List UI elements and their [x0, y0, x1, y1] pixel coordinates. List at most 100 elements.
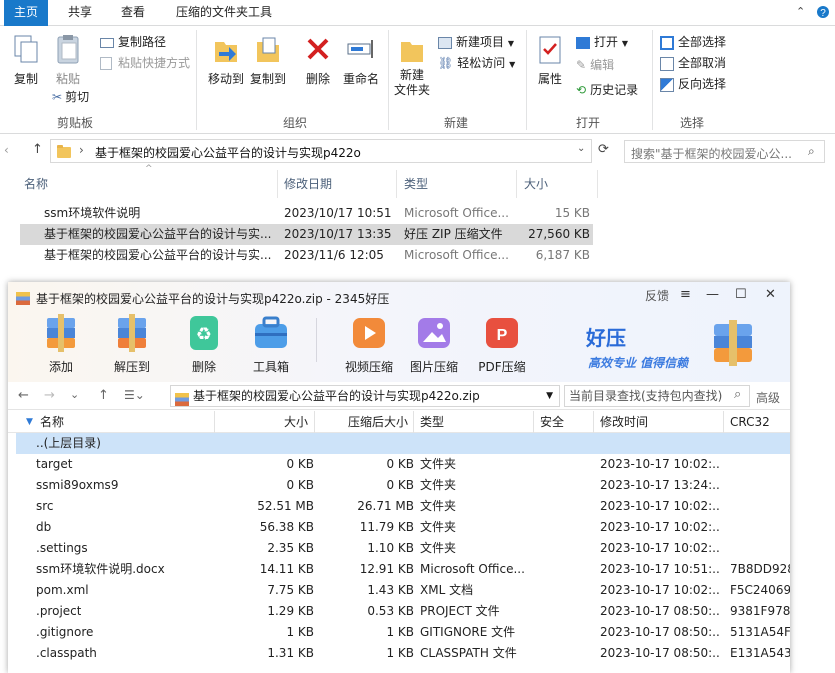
explorer-search-input[interactable]: 搜索"基于框架的校园爱心公...	[624, 140, 825, 163]
archive-entry-row[interactable]: ssmi89oxms9 0 KB 0 KB 文件夹 2023-10-17 13:…	[16, 475, 790, 496]
entry-modified: 2023-10-17 10:51:...	[600, 562, 720, 576]
tab-home[interactable]: 主页	[4, 0, 49, 26]
minimize-icon[interactable]: —	[706, 287, 719, 302]
pdf-compress-button[interactable]: P PDF压缩	[472, 312, 532, 374]
cut-button[interactable]: ✂ 剪切	[52, 87, 89, 107]
column-name[interactable]: 名称	[24, 172, 48, 196]
ribbon-collapse-icon[interactable]: ⌃	[796, 5, 805, 18]
file-name: 基于框架的校园爱心公益平台的设计与实...	[44, 227, 272, 241]
copy-button[interactable]: 复制	[10, 34, 42, 87]
toolbox-button[interactable]: 工具箱	[241, 312, 301, 374]
tab-compressed-folder-tools[interactable]: 压缩的文件夹工具	[166, 0, 282, 26]
properties-icon	[539, 36, 561, 64]
parent-directory-row[interactable]: ..(上层目录)	[16, 433, 790, 454]
forward-icon[interactable]: →	[44, 388, 55, 403]
paste-button[interactable]: 粘贴	[52, 34, 84, 87]
easy-access-button[interactable]: ⛓ 轻松访问 ▼	[438, 53, 515, 73]
back-arrow-icon[interactable]: ‹	[4, 143, 9, 157]
search-icon[interactable]: ⌕	[734, 387, 741, 402]
tab-view[interactable]: 查看	[111, 0, 155, 26]
archive-entry-row[interactable]: .classpath 1.31 KB 1 KB CLASSPATH 文件 202…	[16, 643, 790, 664]
video-compress-button[interactable]: 视频压缩	[339, 312, 399, 374]
advanced-search-link[interactable]: 高级	[756, 389, 780, 406]
maximize-icon[interactable]: ☐	[735, 287, 747, 302]
entry-packed-size: 0 KB	[386, 478, 414, 492]
file-size: 6,187 KB	[535, 248, 590, 262]
haozip-path-bar[interactable]: 基于框架的校园爱心公益平台的设计与实现p422o.zip ▼	[170, 385, 560, 407]
archive-entry-row[interactable]: db 56.38 KB 11.79 KB 文件夹 2023-10-17 10:0…	[16, 517, 790, 538]
invert-selection-label: 反向选择	[678, 77, 727, 91]
up-level-icon[interactable]: ↑	[98, 388, 109, 403]
col-packed-size[interactable]: 压缩后大小	[314, 411, 408, 433]
archive-entry-row[interactable]: .project 1.29 KB 0.53 KB PROJECT 文件 2023…	[16, 601, 790, 622]
paste-label: 粘贴	[55, 72, 80, 86]
file-name: ssm环境软件说明	[44, 206, 141, 220]
new-item-button[interactable]: 新建项目 ▼	[438, 32, 514, 52]
edit-button[interactable]: ✎ 编辑	[576, 55, 614, 75]
feedback-link[interactable]: 反馈	[645, 287, 669, 304]
rename-button[interactable]: 重命名	[340, 34, 382, 87]
column-separator	[597, 170, 598, 198]
image-compress-button[interactable]: 图片压缩	[404, 312, 464, 374]
add-button[interactable]: 添加	[31, 312, 91, 374]
open-button[interactable]: 打开 ▼	[576, 32, 628, 52]
column-separator	[723, 411, 724, 433]
col-security[interactable]: 安全	[540, 411, 564, 433]
haozip-slogan: 高效专业 值得信赖	[588, 356, 689, 370]
extract-to-button[interactable]: 解压到	[102, 312, 162, 374]
close-icon[interactable]: ✕	[765, 287, 776, 302]
column-type[interactable]: 类型	[404, 172, 428, 196]
toolbox-label: 工具箱	[252, 360, 289, 374]
new-item-icon	[438, 36, 452, 49]
copy-path-button[interactable]: 复制路径	[100, 32, 166, 52]
col-size[interactable]: 大小	[214, 411, 308, 433]
paste-shortcut-button[interactable]: 粘贴快捷方式	[100, 53, 190, 73]
history-dropdown-icon[interactable]: ⌄	[70, 388, 79, 401]
entry-packed-size: 0.53 KB	[367, 604, 414, 618]
move-to-button[interactable]: 移动到	[206, 34, 246, 87]
view-mode-icon[interactable]: ☰⌄	[124, 388, 145, 402]
file-row[interactable]: W 基于框架的校园爱心公益平台的设计与实... 2023/11/6 12:05 …	[20, 245, 593, 266]
copy-to-button[interactable]: 复制到	[248, 34, 288, 87]
archive-entry-row[interactable]: target 0 KB 0 KB 文件夹 2023-10-17 10:02:..…	[16, 454, 790, 475]
file-row-selected[interactable]: 基于框架的校园爱心公益平台的设计与实... 2023/10/17 13:35 好…	[20, 224, 593, 245]
entry-type: Microsoft Office...	[420, 562, 525, 576]
file-row[interactable]: W ssm环境软件说明 2023/10/17 10:51 Microsoft O…	[20, 203, 593, 224]
archive-entry-row[interactable]: src 52.51 MB 26.71 MB 文件夹 2023-10-17 10:…	[16, 496, 790, 517]
address-dropdown-icon[interactable]: ⌄	[577, 143, 585, 154]
menu-icon[interactable]: ≡	[680, 287, 691, 302]
history-button[interactable]: ⟲ 历史记录	[576, 80, 638, 100]
column-date[interactable]: 修改日期	[284, 172, 332, 196]
file-date: 2023/11/6 12:05	[284, 248, 384, 262]
archive-entry-row[interactable]: .settings 2.35 KB 1.10 KB 文件夹 2023-10-17…	[16, 538, 790, 559]
search-icon[interactable]: ⌕	[808, 144, 815, 159]
col-name[interactable]: 名称	[40, 411, 64, 433]
col-modified[interactable]: 修改时间	[600, 411, 648, 433]
new-folder-button[interactable]: 新建 文件夹	[392, 34, 432, 98]
properties-button[interactable]: 属性	[534, 34, 566, 87]
tab-share[interactable]: 共享	[58, 0, 102, 26]
col-type[interactable]: 类型	[420, 411, 444, 433]
delete-button[interactable]: 删除	[300, 34, 336, 87]
help-icon[interactable]: ?	[816, 5, 830, 22]
path-dropdown-icon[interactable]: ▼	[546, 386, 553, 406]
rename-icon	[347, 40, 373, 58]
haozip-search-input[interactable]: 当前目录查找(支持包内查找)	[564, 385, 750, 407]
move-to-label: 移动到	[207, 72, 244, 86]
column-size[interactable]: 大小	[524, 172, 548, 196]
select-all-button[interactable]: 全部选择	[660, 32, 726, 52]
select-all-icon	[660, 35, 674, 50]
refresh-icon[interactable]: ⟳	[598, 142, 609, 157]
address-bar[interactable]: › 基于框架的校园爱心公益平台的设计与实现p422o ⌄	[50, 139, 592, 163]
archive-entry-row[interactable]: pom.xml 7.75 KB 1.43 KB XML 文档 2023-10-1…	[16, 580, 790, 601]
back-icon[interactable]: ←	[18, 388, 29, 403]
archive-entry-row[interactable]: W ssm环境软件说明.docx 14.11 KB 12.91 KB Micro…	[16, 559, 790, 580]
entry-packed-size: 26.71 MB	[357, 499, 414, 513]
col-crc32[interactable]: CRC32	[730, 411, 770, 433]
archive-entry-row[interactable]: .gitignore 1 KB 1 KB GITIGNORE 文件 2023-1…	[16, 622, 790, 643]
select-none-label: 全部取消	[678, 56, 727, 70]
invert-selection-button[interactable]: 反向选择	[660, 74, 726, 94]
up-arrow-icon[interactable]: ↑	[32, 142, 43, 157]
haozip-delete-button[interactable]: ♻ 删除	[174, 312, 234, 374]
select-none-button[interactable]: 全部取消	[660, 53, 726, 73]
